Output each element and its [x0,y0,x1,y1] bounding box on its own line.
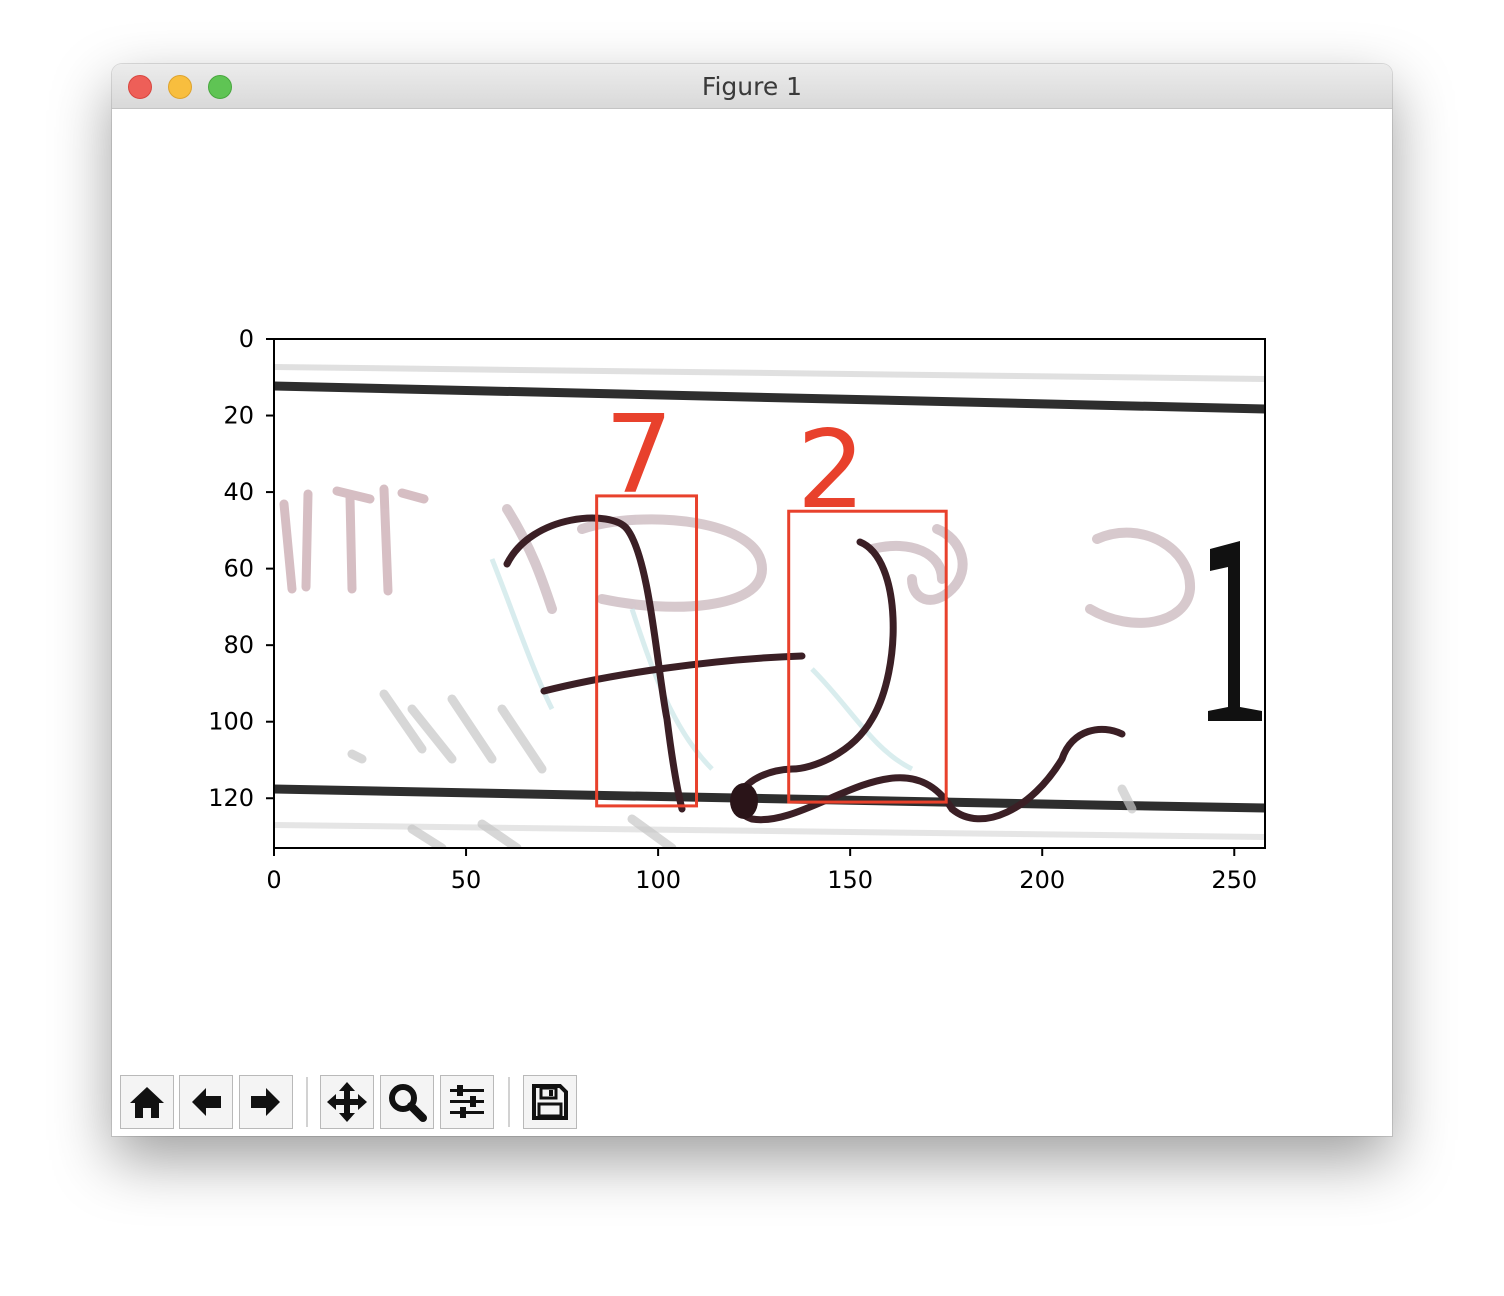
figure-canvas[interactable]: 72 0 50 100 150 200 250 0 20 40 60 80 100 120 [112,109,1392,1069]
navigation-toolbar [112,1069,1392,1136]
floppy-disk-icon [532,1084,568,1120]
x-tick-label: 250 [1211,866,1257,894]
box-label-2: 2 [797,408,866,533]
forward-button[interactable] [239,1075,293,1129]
y-tick-label: 40 [223,478,254,506]
arrow-left-icon [192,1088,221,1116]
window-title: Figure 1 [701,72,803,101]
x-axis: 0 50 100 150 200 250 [266,848,1257,894]
sliders-icon [450,1085,484,1118]
toolbar-separator [508,1077,510,1127]
toolbar-separator [306,1077,308,1127]
title-bar[interactable]: Figure 1 [112,64,1392,109]
x-tick-label: 50 [451,866,482,894]
image-content: 72 [274,339,1265,848]
save-button[interactable] [523,1075,577,1129]
y-tick-label: 100 [208,708,254,736]
magnifier-icon [389,1084,427,1122]
y-axis: 0 20 40 60 80 100 120 [208,325,274,812]
x-tick-label: 0 [266,866,281,894]
plot-area[interactable]: 72 0 50 100 150 200 250 0 20 40 60 80 100 120 [112,109,1392,1069]
home-button[interactable] [120,1075,174,1129]
box-label-7: 7 [605,393,674,518]
move-icon [327,1082,367,1122]
x-tick-label: 100 [635,866,681,894]
y-tick-label: 0 [239,325,254,353]
y-tick-label: 60 [223,555,254,583]
x-tick-label: 150 [827,866,873,894]
y-tick-label: 20 [223,402,254,430]
figure-window: Figure 1 7 2 0 50 100 150 200 250 0 20 4… [112,64,1392,1136]
arrow-right-icon [251,1088,280,1116]
pan-button[interactable] [320,1075,374,1129]
zoom-button[interactable] [380,1075,434,1129]
x-tick-label: 200 [1019,866,1065,894]
y-tick-label: 120 [208,784,254,812]
configure-subplots-button[interactable] [440,1075,494,1129]
back-button[interactable] [179,1075,233,1129]
y-tick-label: 80 [223,631,254,659]
home-icon [130,1087,164,1118]
